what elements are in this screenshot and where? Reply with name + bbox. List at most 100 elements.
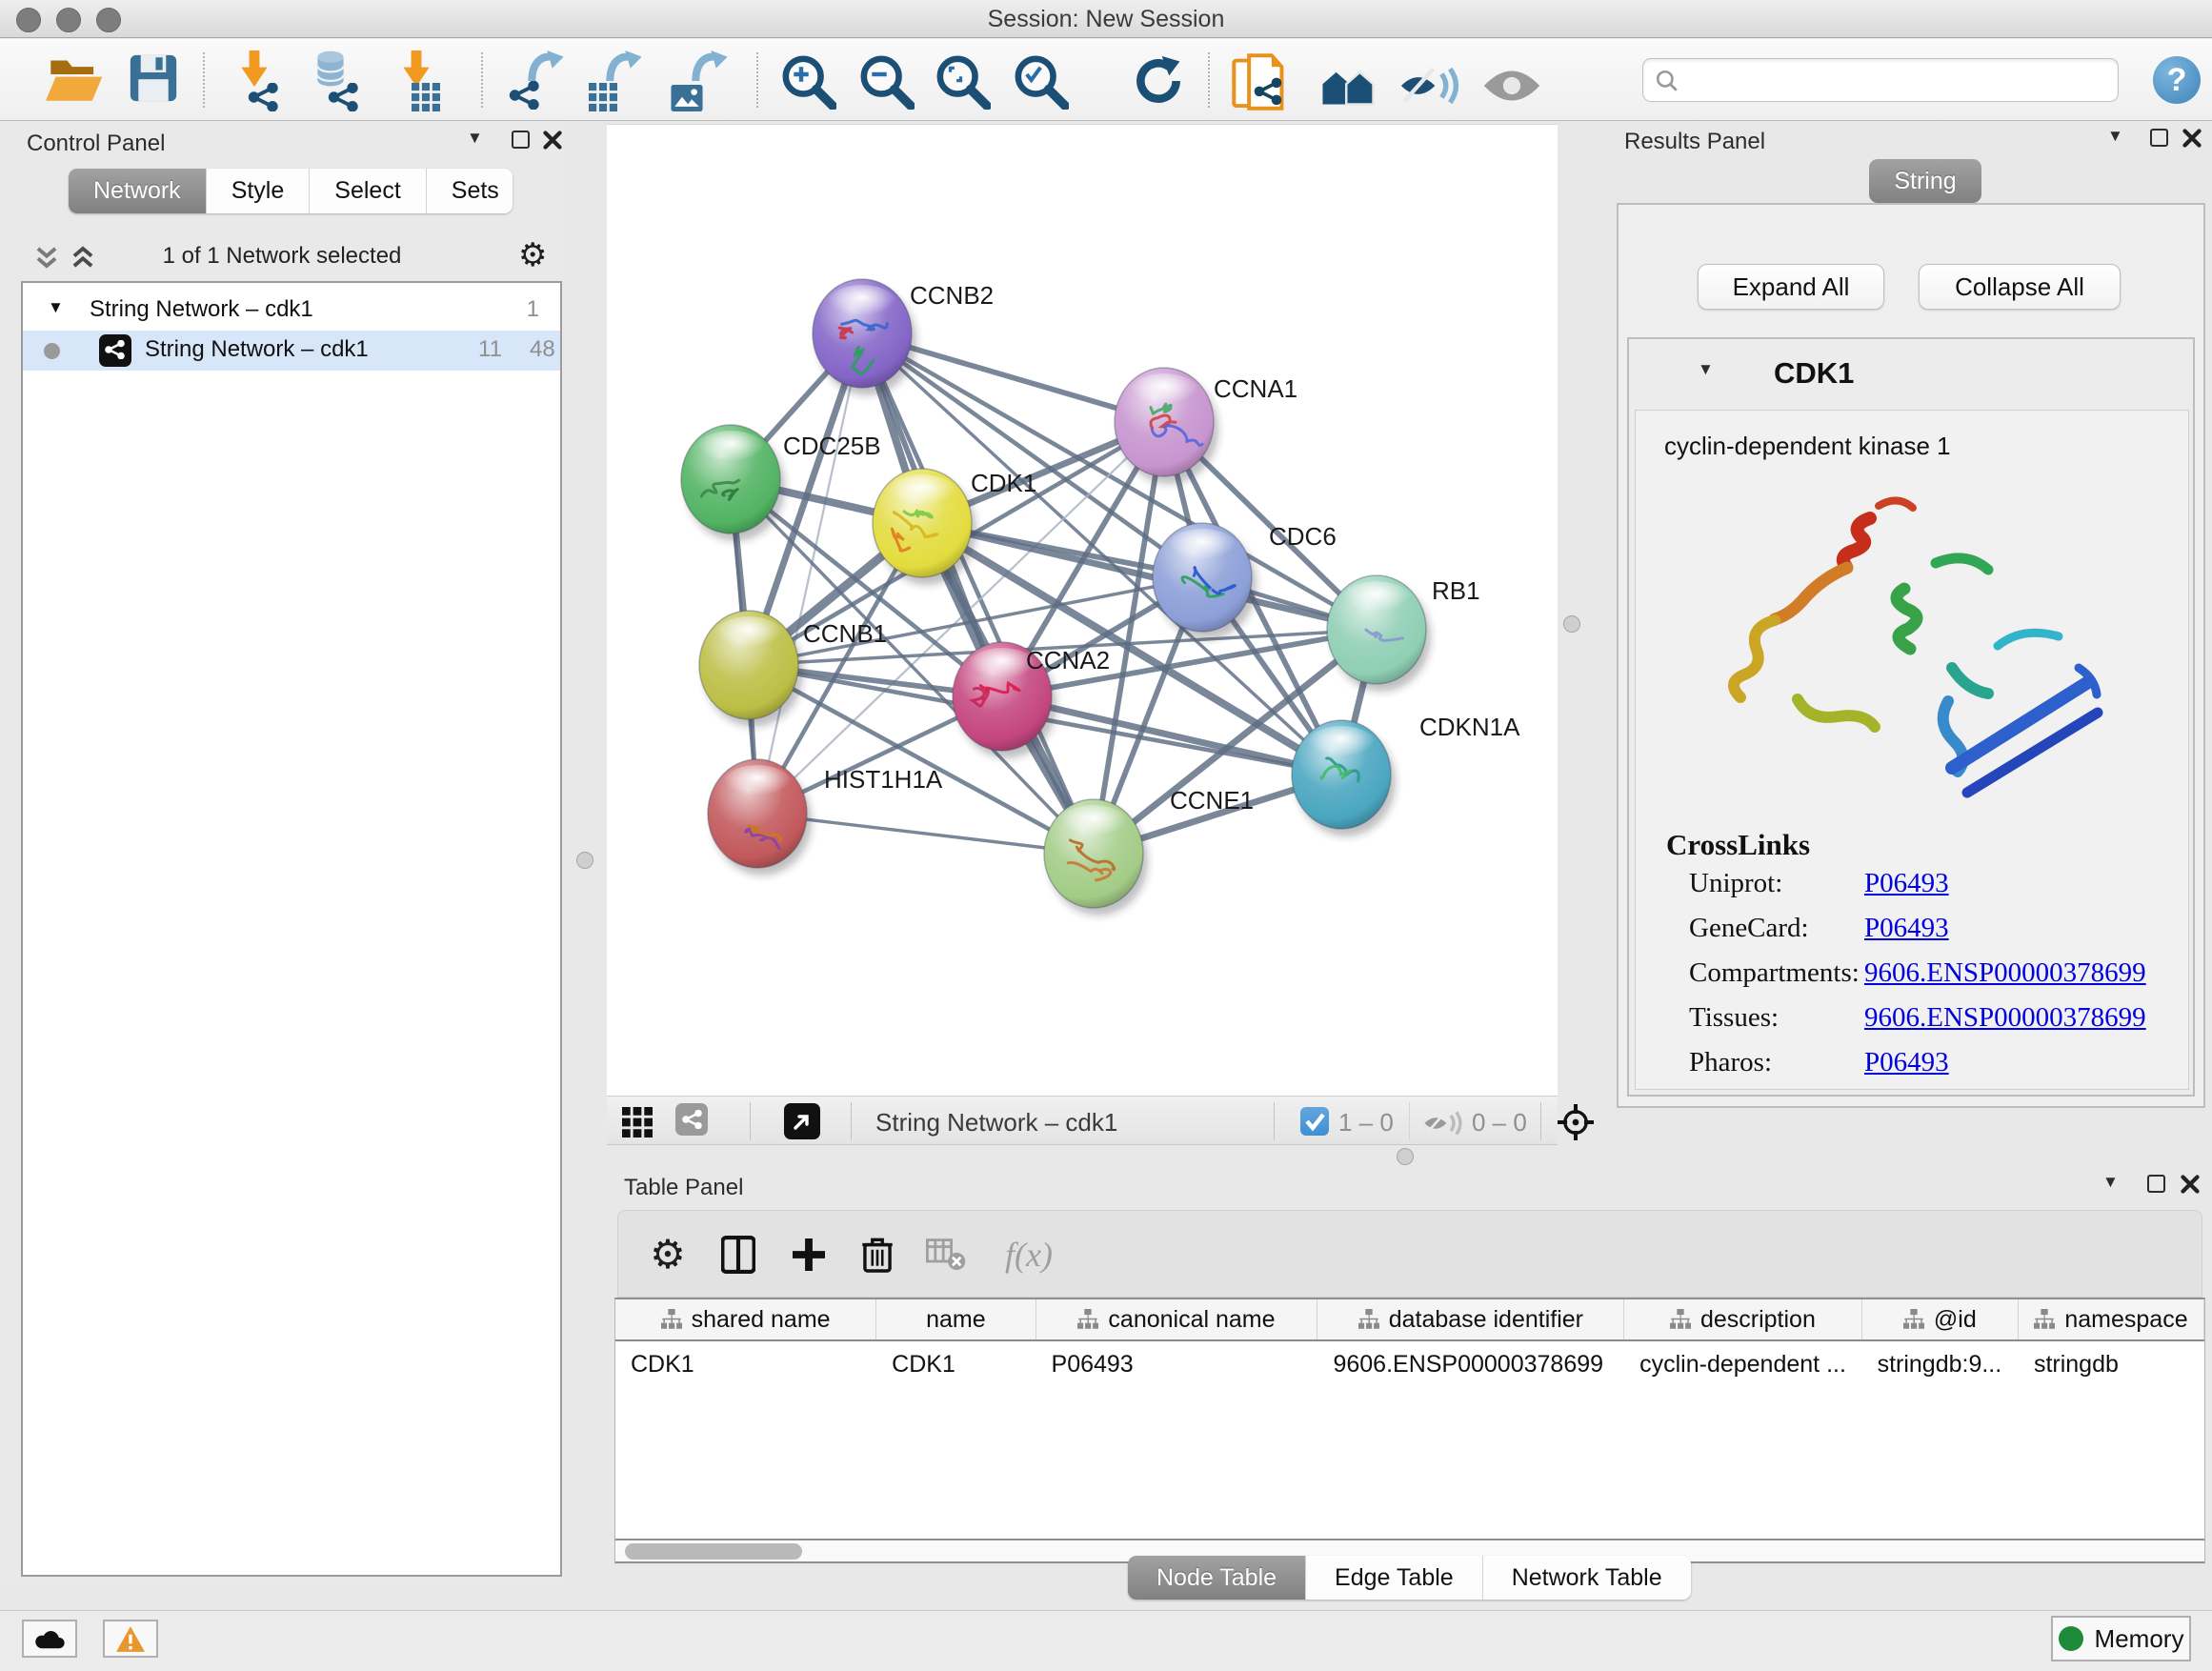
- tab-network[interactable]: Network: [69, 169, 207, 213]
- zoom-out-button[interactable]: [855, 50, 924, 111]
- table-cell[interactable]: cyclin-dependent ...: [1624, 1343, 1861, 1385]
- import-table-file-button[interactable]: [389, 50, 457, 111]
- crosslink-link[interactable]: P06493: [1864, 868, 1949, 899]
- table-cell[interactable]: CDK1: [615, 1343, 876, 1385]
- scrollbar-thumb[interactable]: [625, 1543, 802, 1560]
- column-header-name[interactable]: name: [876, 1299, 1036, 1339]
- collapse-panel-icon[interactable]: ▼: [467, 129, 483, 148]
- memory-label: Memory: [2095, 1624, 2184, 1654]
- crosslink-link[interactable]: 9606.ENSP00000378699: [1864, 957, 2146, 989]
- memory-button[interactable]: Memory: [2051, 1616, 2191, 1661]
- refresh-view-button[interactable]: [1126, 50, 1195, 111]
- column-header-@id[interactable]: @id: [1862, 1299, 2019, 1339]
- expander-icon[interactable]: ▼: [48, 298, 64, 317]
- network-selected-status: 1 of 1 Network selected: [0, 243, 564, 270]
- export-image-button[interactable]: [665, 50, 734, 111]
- float-panel-icon[interactable]: [2147, 1175, 2165, 1193]
- graph-node-CCNB2[interactable]: [813, 279, 916, 395]
- close-panel-icon[interactable]: [543, 131, 562, 150]
- crosslink-label: GeneCard:: [1689, 913, 1809, 944]
- zoom-selected-button[interactable]: [1010, 50, 1078, 111]
- share-view-icon[interactable]: [675, 1103, 708, 1136]
- import-network-database-button[interactable]: [305, 50, 373, 111]
- import-network-file-button[interactable]: [227, 50, 295, 111]
- help-button[interactable]: ?: [2153, 56, 2201, 104]
- tab-network-table[interactable]: Network Table: [1483, 1556, 1691, 1600]
- gene-section-header[interactable]: ▼ CDK1: [1629, 339, 2193, 408]
- network-collection-row[interactable]: ▼ String Network – cdk1 1: [23, 291, 560, 331]
- gene-section: ▼ CDK1 cyclin-dependent kinase 1: [1627, 337, 2195, 1097]
- table-cell[interactable]: stringdb:9...: [1862, 1343, 2019, 1385]
- home-button[interactable]: [1315, 50, 1383, 111]
- open-in-window-icon[interactable]: [784, 1103, 820, 1139]
- cloud-button[interactable]: [22, 1620, 77, 1658]
- float-panel-icon[interactable]: [2150, 129, 2168, 147]
- tab-select[interactable]: Select: [310, 169, 426, 213]
- gear-icon[interactable]: ⚙: [645, 1232, 691, 1278]
- node-label-CCNA2: CCNA2: [1026, 646, 1110, 674]
- graph-node-CDK1[interactable]: [873, 469, 976, 585]
- save-session-button[interactable]: [126, 50, 194, 111]
- column-header-shared-name[interactable]: shared name: [615, 1299, 876, 1339]
- horizontal-splitter-handle[interactable]: [1397, 1148, 1414, 1165]
- close-panel-icon[interactable]: [2181, 1175, 2200, 1194]
- gear-icon[interactable]: ⚙: [518, 239, 547, 272]
- string-results-container: Expand All Collapse All ▼ CDK1 cyclin-de…: [1617, 203, 2205, 1108]
- crosslink-link[interactable]: 9606.ENSP00000378699: [1864, 1002, 2146, 1034]
- crosslinks-title: CrossLinks: [1666, 828, 1810, 862]
- zoom-in-button[interactable]: [777, 50, 846, 111]
- tab-node-table[interactable]: Node Table: [1128, 1556, 1306, 1600]
- zoom-fit-button[interactable]: [932, 50, 1000, 111]
- table-cell[interactable]: stringdb: [2019, 1343, 2204, 1385]
- columns-icon[interactable]: [715, 1232, 761, 1278]
- tab-string[interactable]: String: [1869, 159, 1981, 203]
- tab-sets[interactable]: Sets: [427, 169, 513, 213]
- left-splitter-handle[interactable]: [576, 852, 593, 869]
- column-header-database-identifier[interactable]: database identifier: [1317, 1299, 1624, 1339]
- graph-node-CDC6[interactable]: [1153, 523, 1257, 639]
- selected-checkbox[interactable]: [1300, 1107, 1329, 1136]
- clone-network-button[interactable]: [1229, 50, 1297, 111]
- hidden-eye-icon[interactable]: [1422, 1109, 1464, 1137]
- open-session-button[interactable]: [42, 50, 111, 111]
- table-cell[interactable]: CDK1: [876, 1343, 1036, 1385]
- collapse-all-button[interactable]: Collapse All: [1919, 264, 2121, 310]
- toolbar-separator: [756, 52, 758, 108]
- expand-all-button[interactable]: Expand All: [1698, 264, 1884, 310]
- graph-node-CDKN1A[interactable]: [1292, 720, 1396, 836]
- hide-selected-button[interactable]: [1397, 50, 1465, 111]
- table-row[interactable]: CDK1CDK1P064939606.ENSP00000378699cyclin…: [615, 1343, 2204, 1385]
- table-header-row: shared namenamecanonical namedatabase id…: [615, 1299, 2204, 1341]
- graph-node-CCNA1[interactable]: [1115, 368, 1218, 484]
- warning-button[interactable]: [103, 1620, 158, 1658]
- tab-style[interactable]: Style: [207, 169, 311, 213]
- float-panel-icon[interactable]: [512, 131, 530, 149]
- tab-edge-table[interactable]: Edge Table: [1306, 1556, 1483, 1600]
- export-network-button[interactable]: [503, 50, 572, 111]
- crosslink-link[interactable]: P06493: [1864, 913, 1949, 944]
- grid-view-icon[interactable]: [622, 1107, 653, 1137]
- export-table-button[interactable]: [581, 50, 650, 111]
- right-splitter-handle[interactable]: [1563, 615, 1580, 633]
- table-cell[interactable]: 9606.ENSP00000378699: [1317, 1343, 1624, 1385]
- collection-count: 1: [527, 296, 539, 323]
- column-header-description[interactable]: description: [1624, 1299, 1861, 1339]
- collapse-panel-icon[interactable]: ▼: [2107, 127, 2123, 146]
- table-cell[interactable]: P06493: [1036, 1343, 1318, 1385]
- graph-node-RB1[interactable]: [1327, 575, 1431, 692]
- search-input[interactable]: [1685, 61, 2104, 97]
- column-header-namespace[interactable]: namespace: [2019, 1299, 2204, 1339]
- show-all-button[interactable]: [1478, 50, 1547, 111]
- graph-node-CCNE1[interactable]: [1044, 799, 1148, 916]
- delete-column-icon[interactable]: [855, 1232, 900, 1278]
- separator: [750, 1102, 751, 1140]
- add-column-icon[interactable]: [786, 1232, 832, 1278]
- network-row-selected[interactable]: String Network – cdk1 11 48: [23, 331, 560, 371]
- graph-node-CDC25B[interactable]: [681, 425, 785, 541]
- column-header-canonical-name[interactable]: canonical name: [1036, 1299, 1318, 1339]
- collapse-panel-icon[interactable]: ▼: [2102, 1173, 2119, 1192]
- section-expander-icon[interactable]: ▼: [1698, 360, 1714, 379]
- network-canvas[interactable]: CCNB2CCNA1CDC25BCDK1CDC6RB1CCNB1CCNA2CDK…: [607, 124, 1558, 1096]
- crosslink-link[interactable]: P06493: [1864, 1047, 1949, 1078]
- close-panel-icon[interactable]: [2182, 129, 2202, 148]
